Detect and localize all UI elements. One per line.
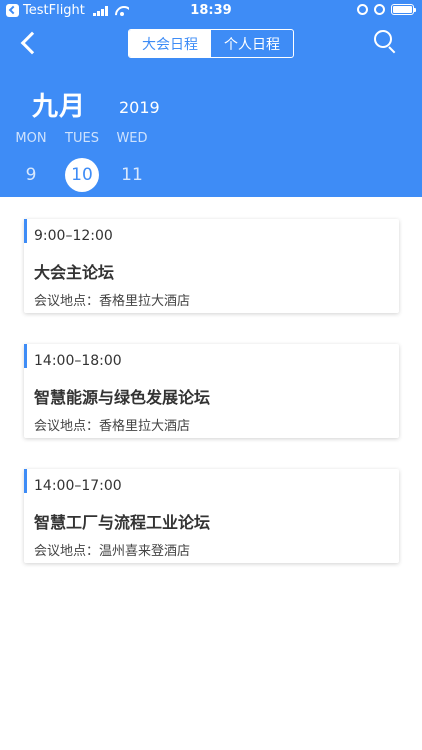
day-number: 11 — [121, 165, 143, 185]
accent-bar — [24, 344, 27, 368]
schedule-tabs: 大会日程 个人日程 — [128, 29, 294, 58]
session-time: 14:00–18:00 — [34, 353, 122, 369]
session-time: 9:00–12:00 — [34, 228, 113, 244]
year-label: 2019 — [119, 98, 160, 117]
status-bar: TestFlight 18:39 — [0, 0, 422, 22]
alarm-icon — [374, 4, 385, 15]
rotation-lock-icon — [357, 4, 368, 15]
session-venue: 会议地点：香格里拉大酒店 — [34, 419, 191, 434]
session-time: 14:00–17:00 — [34, 478, 122, 494]
session-venue: 会议地点：温州喜来登酒店 — [34, 544, 191, 559]
day-number-selected: 10 — [65, 158, 99, 192]
accent-bar — [24, 219, 27, 243]
back-button[interactable] — [16, 30, 42, 56]
session-card[interactable]: 9:00–12:00 大会主论坛 会议地点：香格里拉大酒店 — [24, 219, 399, 313]
session-card[interactable]: 14:00–18:00 智慧能源与绿色发展论坛 会议地点：香格里拉大酒店 — [24, 344, 399, 438]
session-title: 智慧工厂与流程工业论坛 — [34, 513, 211, 532]
search-button[interactable] — [372, 28, 398, 54]
accent-bar — [24, 469, 27, 493]
battery-icon — [391, 4, 416, 15]
day-number: 9 — [25, 165, 37, 185]
session-venue: 会议地点：香格里拉大酒店 — [34, 294, 191, 309]
month-label: 九月 — [32, 92, 87, 122]
session-title: 大会主论坛 — [34, 263, 115, 282]
day-wed[interactable]: WED 11 — [102, 130, 162, 192]
day-of-week: WED — [116, 131, 148, 146]
session-card[interactable]: 14:00–17:00 智慧工厂与流程工业论坛 会议地点：温州喜来登酒店 — [24, 469, 399, 563]
tab-personal-schedule[interactable]: 个人日程 — [211, 30, 293, 57]
session-title: 智慧能源与绿色发展论坛 — [34, 388, 211, 407]
tab-conference-schedule[interactable]: 大会日程 — [129, 30, 211, 57]
header: TestFlight 18:39 大会日程 个人日程 九月 2019 MON 9… — [0, 0, 422, 197]
status-right — [357, 4, 416, 15]
